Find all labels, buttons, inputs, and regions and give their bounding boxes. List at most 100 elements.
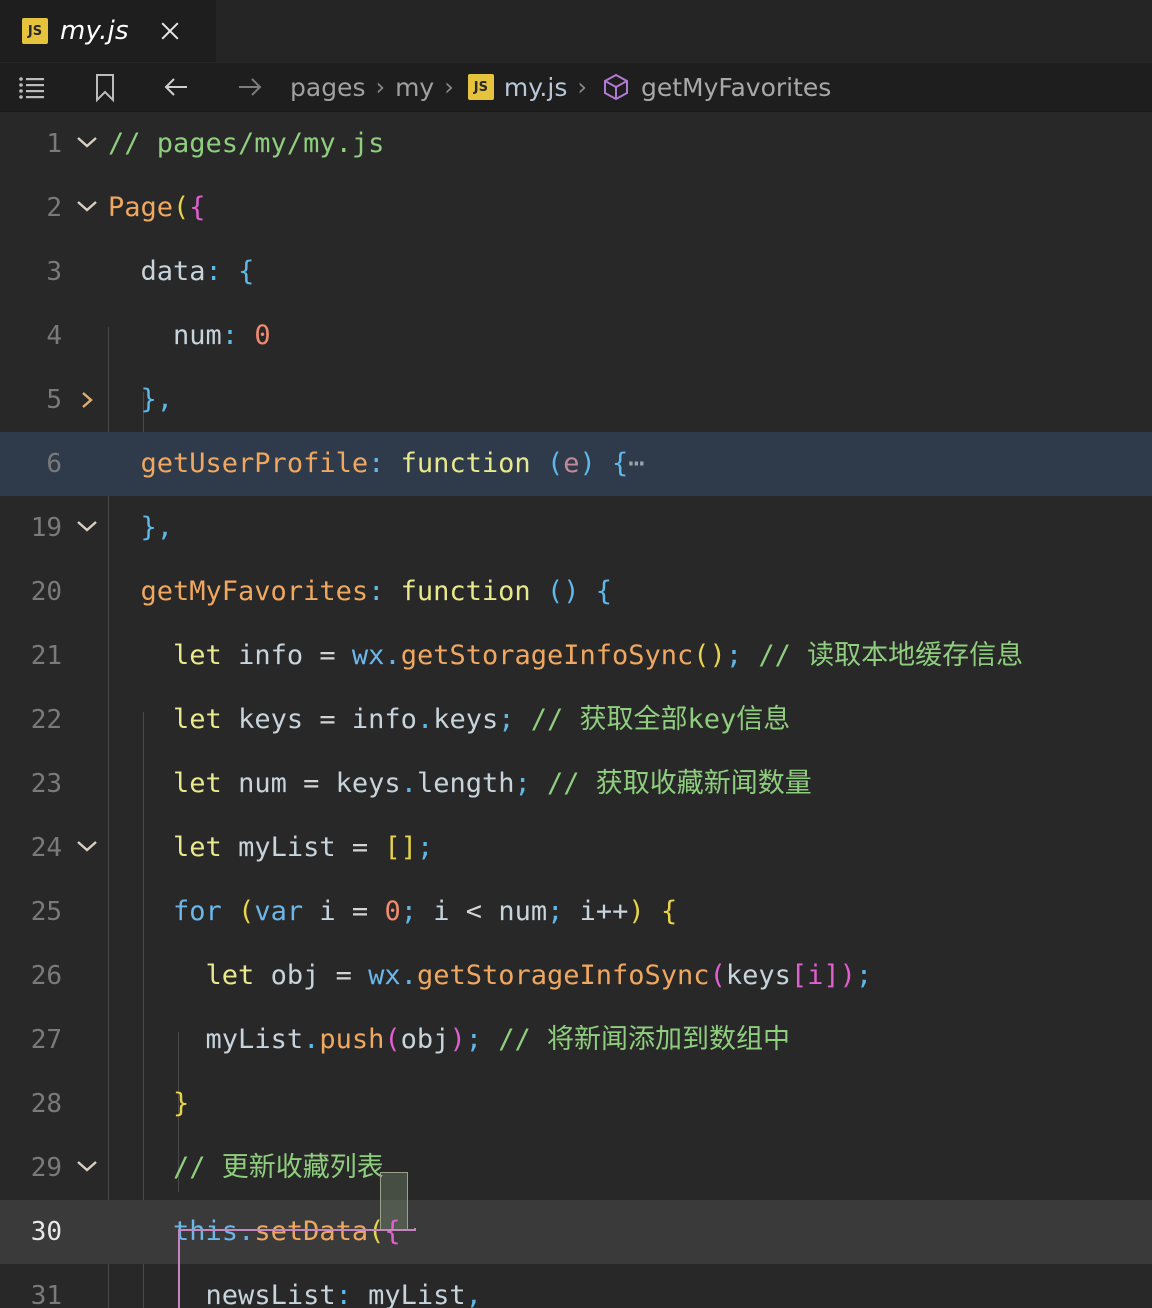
line-number: 5: [46, 385, 62, 415]
bracket-token: {: [189, 192, 206, 223]
keyword-token: for: [173, 896, 222, 927]
punctuation-token: ;: [416, 832, 434, 863]
code-line[interactable]: 29 // 更新收藏列表: [0, 1136, 1152, 1200]
line-number: 19: [30, 513, 62, 543]
code-line[interactable]: 26 let obj = wx.getStorageInfoSync(keys[…: [0, 944, 1152, 1008]
line-content: let info = wx.getStorageInfoSync(); // 读…: [108, 624, 1152, 688]
method-token: setData: [254, 1216, 369, 1247]
folded-region-ellipsis[interactable]: ⋯: [628, 448, 644, 479]
line-number: 3: [46, 257, 62, 287]
identifier-token: Page: [108, 192, 174, 223]
identifier-token: wx: [368, 960, 401, 991]
code-line[interactable]: 25 for (var i = 0; i < num; i++) {: [0, 841, 1152, 944]
back-arrow-icon[interactable]: [160, 70, 194, 104]
code-line-active[interactable]: 30 this.setData({: [0, 1161, 1152, 1264]
line-number: 26: [30, 961, 62, 991]
property-token: length: [416, 768, 515, 799]
comment-token: // 读取本地缓存信息: [758, 640, 1024, 671]
operator-token: <: [465, 896, 483, 927]
identifier-token: data: [140, 256, 206, 287]
editor-tab-bar: JS my.js: [0, 0, 1152, 63]
keyword-token: let: [173, 832, 222, 863]
bracket-token: (: [173, 192, 190, 223]
editor-tab-my-js[interactable]: JS my.js: [0, 0, 217, 62]
identifier-token: keys: [238, 704, 304, 735]
identifier-token: getUserProfile: [140, 448, 369, 479]
bracket-token: (: [384, 1024, 401, 1055]
chevron-right-icon: ›: [375, 73, 386, 101]
outline-list-icon[interactable]: [16, 70, 50, 104]
bookmark-icon[interactable]: [88, 70, 122, 104]
code-line[interactable]: 22 let keys = info.keys; // 获取全部key信息: [0, 688, 1152, 752]
punctuation-token: ;: [547, 896, 564, 927]
breadcrumb-item-pages[interactable]: pages: [290, 73, 365, 102]
bracket-token: {: [595, 576, 612, 607]
line-content: Page({: [108, 176, 1152, 240]
code-line[interactable]: 2 Page({: [0, 137, 1152, 240]
code-line[interactable]: 3 data: {: [0, 201, 1152, 304]
line-content: }: [108, 1072, 1152, 1136]
code-line[interactable]: 21 let info = wx.getStorageInfoSync(); /…: [0, 624, 1152, 688]
line-number: 24: [30, 833, 62, 863]
close-icon[interactable]: [155, 16, 185, 46]
keyword-token: let: [173, 704, 222, 735]
identifier-token: getMyFavorites: [140, 576, 369, 607]
bracket-token: (): [693, 640, 726, 671]
identifier-token: myList: [368, 1280, 466, 1308]
breadcrumb-path: pages › my › JS my.js › getMyFavorites: [290, 72, 831, 102]
bracket-token: ): [449, 1024, 466, 1055]
line-number: 2: [46, 193, 62, 223]
text-cursor: {: [380, 1172, 409, 1264]
line-content: newsList: myList,: [108, 1264, 1152, 1308]
tab-bar-empty-space: [217, 0, 1152, 62]
identifier-token: myList: [205, 1024, 304, 1055]
line-content: this.setData({: [108, 1172, 1152, 1264]
line-number: 29: [30, 1153, 62, 1183]
vscode-window: JS my.js pages › my › JS my.js › getMyFa…: [0, 0, 1152, 1308]
line-number: 22: [30, 705, 62, 735]
punctuation-token: ;: [514, 768, 531, 799]
operator-token: =: [319, 640, 336, 671]
property-token: newsList: [205, 1280, 336, 1308]
punctuation-token: ;: [400, 896, 417, 927]
number-token: 0: [254, 320, 271, 351]
code-line[interactable]: 4 num: 0: [0, 304, 1152, 368]
code-line[interactable]: 5 },: [0, 368, 1152, 432]
code-line[interactable]: 23 let num = keys.length; // 获取收藏新闻数量: [0, 752, 1152, 816]
identifier-token: num: [498, 896, 548, 927]
line-content: let keys = info.keys; // 获取全部key信息: [108, 688, 1152, 752]
forward-arrow-icon[interactable]: [232, 70, 266, 104]
code-line[interactable]: 24 let myList = [];: [0, 816, 1152, 880]
code-editor[interactable]: 1 // pages/my/my.js 2 Page({ 3 data: { 4…: [0, 112, 1152, 1308]
code-line[interactable]: 27 myList.push(obj); // 将新闻添加到数组中: [0, 1008, 1152, 1072]
operator-token: =: [351, 832, 369, 863]
line-number: 23: [30, 769, 62, 799]
code-line[interactable]: 28 }: [0, 1072, 1152, 1136]
punctuation-token: ;: [498, 704, 515, 735]
comment-token: // 获取全部key信息: [530, 704, 791, 735]
code-line[interactable]: 20 getMyFavorites: function () {: [0, 521, 1152, 624]
breadcrumb-item-my[interactable]: my: [395, 73, 434, 102]
keyword-token: let: [173, 640, 222, 671]
line-content: // 更新收藏列表: [108, 1136, 1152, 1200]
code-line[interactable]: 19 },: [0, 496, 1152, 560]
bracket-token: ): [839, 960, 856, 991]
code-line[interactable]: 31 newsList: myList,: [0, 1264, 1152, 1308]
breadcrumb: pages › my › JS my.js › getMyFavorites: [0, 63, 1152, 112]
line-content: getMyFavorites: function () {: [108, 560, 1152, 624]
comment-token: // 更新收藏列表: [173, 1152, 384, 1183]
code-line[interactable]: 1 // pages/my/my.js: [0, 112, 1152, 176]
chevron-right-icon: ›: [577, 73, 587, 101]
bracket-token: },: [140, 512, 174, 543]
line-content: let obj = wx.getStorageInfoSync(keys[i])…: [108, 944, 1152, 1008]
tab-title: my.js: [60, 16, 129, 46]
breadcrumb-item-getmyfavorites[interactable]: getMyFavorites: [641, 73, 831, 102]
line-number: 27: [30, 1025, 62, 1055]
punctuation-token: .: [416, 704, 434, 735]
breadcrumb-item-my-js[interactable]: my.js: [504, 73, 568, 102]
identifier-token: myList: [238, 832, 336, 863]
bracket-token: ): [628, 896, 645, 927]
code-line-folded[interactable]: 6 getUserProfile: function (e) {⋯: [0, 392, 1152, 496]
keyword-token: function: [400, 576, 531, 607]
keyword-token: let: [205, 960, 255, 991]
